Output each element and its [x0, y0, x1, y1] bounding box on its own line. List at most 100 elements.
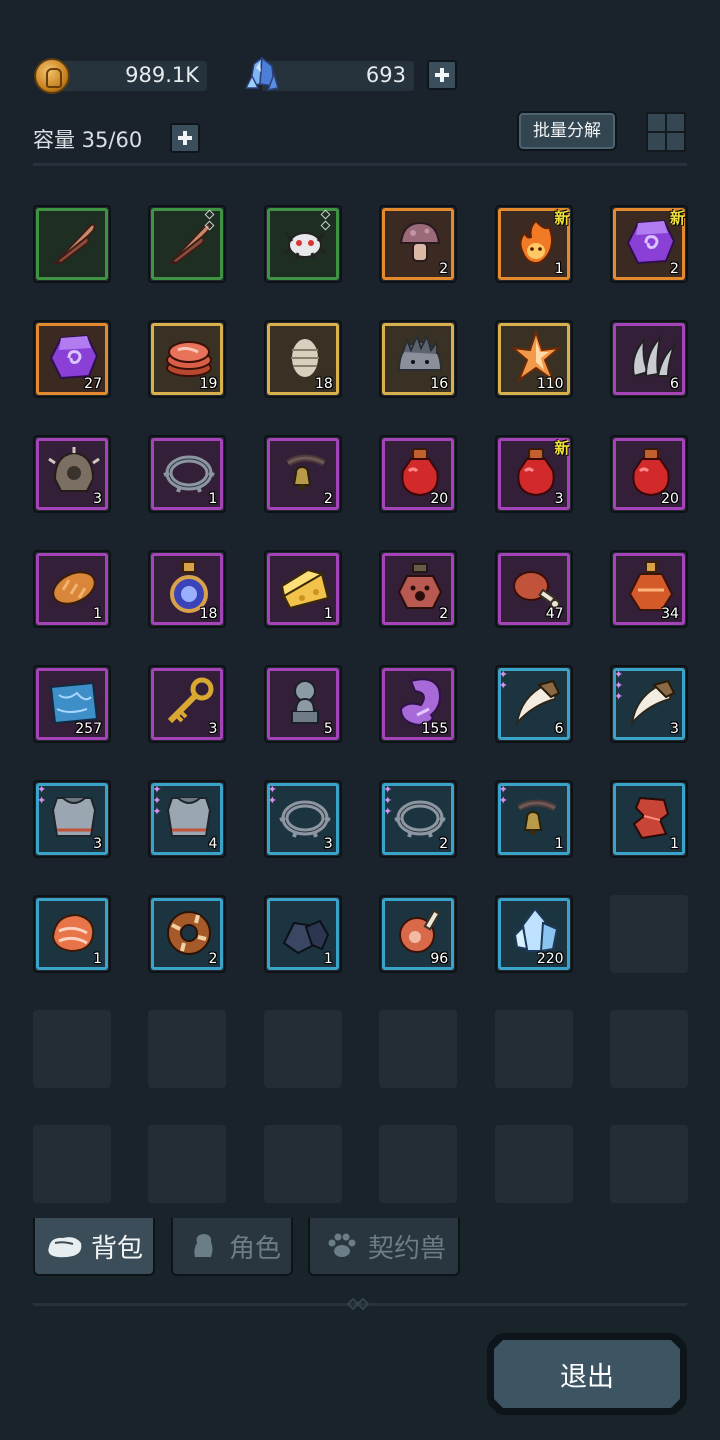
inventory-slot[interactable]: 1	[263, 550, 342, 628]
add-gems-button[interactable]	[427, 60, 457, 90]
inventory-slot[interactable]	[33, 205, 111, 283]
item-count: 1	[93, 606, 102, 622]
item-count: 2	[323, 491, 333, 507]
item-count: 2	[439, 261, 449, 277]
new-badge: 新	[669, 209, 685, 227]
crystal-icon	[244, 56, 279, 92]
inventory-slot[interactable]: 16	[379, 320, 458, 398]
inventory-slot[interactable]: 155	[379, 665, 458, 743]
grid-view-toggle[interactable]	[646, 112, 686, 152]
inventory-slot[interactable]: 3 ✦ ✦ ✦	[609, 665, 688, 743]
item-count: 1	[208, 491, 218, 507]
star-rank-icon: ✦ ✦ ✦	[152, 783, 162, 818]
character-icon	[194, 1234, 213, 1257]
inventory-slot[interactable]: 3 ✦ ✦	[263, 780, 342, 858]
inventory-slot[interactable]: 1	[609, 780, 688, 858]
inventory-slot[interactable]: 1	[33, 550, 111, 628]
item-count: 2	[439, 606, 449, 622]
inventory-slot[interactable]: 1	[33, 895, 111, 973]
tab-pet[interactable]: 契约兽	[308, 1218, 460, 1276]
item-count: 4	[208, 836, 218, 852]
item-count: 6	[670, 376, 679, 392]
inventory-slot[interactable]: 2	[379, 550, 458, 628]
expand-capacity-button[interactable]	[170, 123, 200, 153]
inventory-slot[interactable]: 257	[33, 665, 111, 743]
locked-indicator-icon	[204, 209, 216, 233]
exit-button-label: 退出	[494, 1340, 680, 1408]
inventory-slot[interactable]: 20	[609, 435, 688, 513]
gold-bar: 989.1K	[52, 61, 207, 91]
inventory-slot[interactable]: 19	[148, 320, 227, 398]
inventory-slot[interactable]: 18	[263, 320, 342, 398]
inventory-slot[interactable]	[148, 205, 227, 283]
inventory-slot[interactable]: 3新	[494, 435, 573, 513]
item-count: 6	[554, 721, 564, 737]
tab-pet-label: 契约兽	[367, 1233, 446, 1264]
item-count: 18	[199, 606, 218, 622]
inventory-slot[interactable]: 3 ✦ ✦	[33, 780, 111, 858]
gold-currency: 989.1K	[34, 58, 210, 94]
inventory-slot[interactable]: 1 ✦ ✦	[494, 780, 573, 858]
gem-value: 693	[365, 63, 406, 87]
bulk-decompose-button[interactable]: 批量分解	[517, 111, 617, 151]
item-count: 1	[554, 836, 564, 852]
inventory-slot[interactable]: 5	[263, 665, 342, 743]
backpack-icon	[48, 1237, 82, 1258]
header-divider	[33, 163, 687, 166]
gold-value: 989.1K	[125, 63, 199, 87]
tab-backpack[interactable]: 背包	[33, 1218, 155, 1276]
capacity-label: 容量 35/60	[33, 128, 143, 152]
empty-slot	[379, 1010, 458, 1088]
locked-indicator-icon	[320, 209, 332, 233]
inventory-slot[interactable]: 18	[148, 550, 227, 628]
item-count: 3	[554, 491, 564, 507]
inventory-slot[interactable]: 1新	[494, 205, 573, 283]
inventory-slot[interactable]: 110	[494, 320, 573, 398]
inventory-slot[interactable]: 2	[148, 895, 227, 973]
inventory-slot[interactable]: 2	[379, 205, 458, 283]
inventory-slot[interactable]: 2 ✦ ✦ ✦	[379, 780, 458, 858]
inventory-slot[interactable]: 27	[33, 320, 111, 398]
star-rank-icon: ✦ ✦	[498, 668, 508, 692]
empty-slot	[609, 1125, 688, 1203]
item-count: 2	[208, 951, 218, 967]
item-count: 1	[323, 606, 333, 622]
item-count: 5	[323, 721, 333, 737]
inventory-slot[interactable]: 1	[148, 435, 227, 513]
tab-backpack-label: 背包	[90, 1233, 143, 1264]
item-count: 155	[421, 721, 449, 737]
item-count: 3	[93, 836, 102, 852]
divider-ornament-icon	[346, 1297, 370, 1311]
tab-role[interactable]: 角色	[171, 1218, 293, 1276]
item-count: 3	[670, 721, 679, 737]
inventory-slot[interactable]: 96	[379, 895, 458, 973]
inventory-slot[interactable]	[263, 205, 342, 283]
inventory-slot[interactable]: 6	[609, 320, 688, 398]
gem-currency: 693	[244, 56, 458, 94]
inventory-slot[interactable]: 47	[494, 550, 573, 628]
inventory-slot[interactable]: 3	[33, 435, 111, 513]
empty-slot	[494, 1010, 573, 1088]
inventory-slot[interactable]: 3	[148, 665, 227, 743]
item-count: 19	[199, 376, 218, 392]
empty-slot	[379, 1125, 458, 1203]
empty-slot	[494, 1125, 573, 1203]
empty-slot	[609, 895, 688, 973]
gold-coin-icon	[34, 58, 70, 94]
grid-cell	[667, 114, 684, 131]
item-count: 257	[75, 721, 102, 737]
empty-slot	[148, 1125, 227, 1203]
exit-button[interactable]: 退出	[487, 1333, 687, 1415]
inventory-slot[interactable]: 1	[263, 895, 342, 973]
item-count: 16	[430, 376, 449, 392]
grid-cell	[667, 133, 684, 150]
item-count: 20	[661, 491, 679, 507]
inventory-slot[interactable]: 2	[263, 435, 342, 513]
inventory-slot[interactable]: 34	[609, 550, 688, 628]
inventory-slot[interactable]: 2新	[609, 205, 688, 283]
inventory-slot[interactable]: 220	[494, 895, 573, 973]
inventory-slot[interactable]: 4 ✦ ✦ ✦	[148, 780, 227, 858]
item-count: 34	[661, 606, 679, 622]
inventory-slot[interactable]: 6 ✦ ✦	[494, 665, 573, 743]
inventory-slot[interactable]: 20	[379, 435, 458, 513]
